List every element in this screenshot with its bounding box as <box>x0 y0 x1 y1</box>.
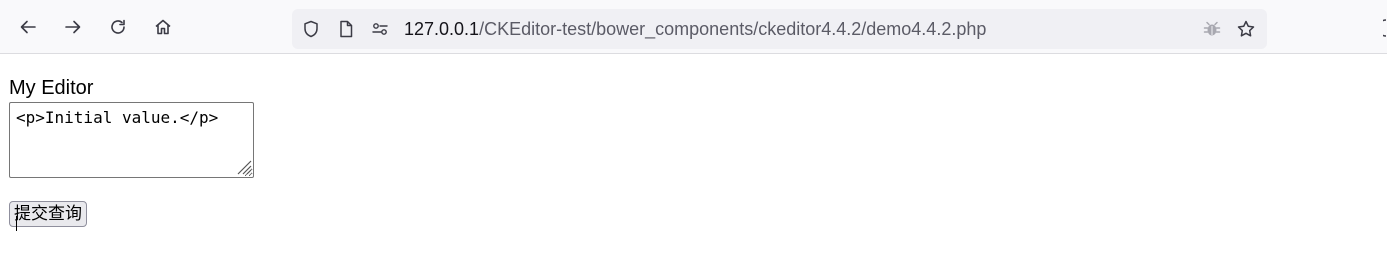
editor-label: My Editor <box>9 77 94 99</box>
url-bar[interactable]: 127.0.0.1/CKEditor-test/bower_components… <box>292 9 1267 49</box>
home-icon <box>153 17 173 42</box>
back-button[interactable] <box>12 13 44 45</box>
permissions-icon[interactable] <box>370 19 390 39</box>
sidebar-edge <box>1377 18 1387 38</box>
arrow-left-icon <box>18 17 38 42</box>
shield-icon[interactable] <box>301 19 321 39</box>
page-icon[interactable] <box>336 19 356 39</box>
reload-button[interactable] <box>102 13 134 45</box>
url-host: 127.0.0.1 <box>404 19 480 39</box>
browser-toolbar: 127.0.0.1/CKEditor-test/bower_components… <box>0 0 1387 54</box>
editor-textarea[interactable]: <p>Initial value.</p> <box>9 102 254 178</box>
url-path: /CKEditor-test/bower_components/ckeditor… <box>479 19 987 39</box>
submit-button[interactable]: 提交查询 <box>9 201 87 227</box>
reload-icon <box>108 17 128 42</box>
forward-button[interactable] <box>57 13 89 45</box>
text-cursor <box>16 216 17 231</box>
arrow-right-icon <box>63 17 83 42</box>
star-icon[interactable] <box>1236 19 1256 39</box>
url-text[interactable]: 127.0.0.1/CKEditor-test/bower_components… <box>404 19 986 39</box>
page-content: My Editor <p>Initial value.</p> 提交查询 <box>0 55 1387 253</box>
home-button[interactable] <box>147 13 179 45</box>
resize-grip-icon[interactable] <box>232 155 252 175</box>
bug-icon[interactable] <box>1202 19 1222 39</box>
